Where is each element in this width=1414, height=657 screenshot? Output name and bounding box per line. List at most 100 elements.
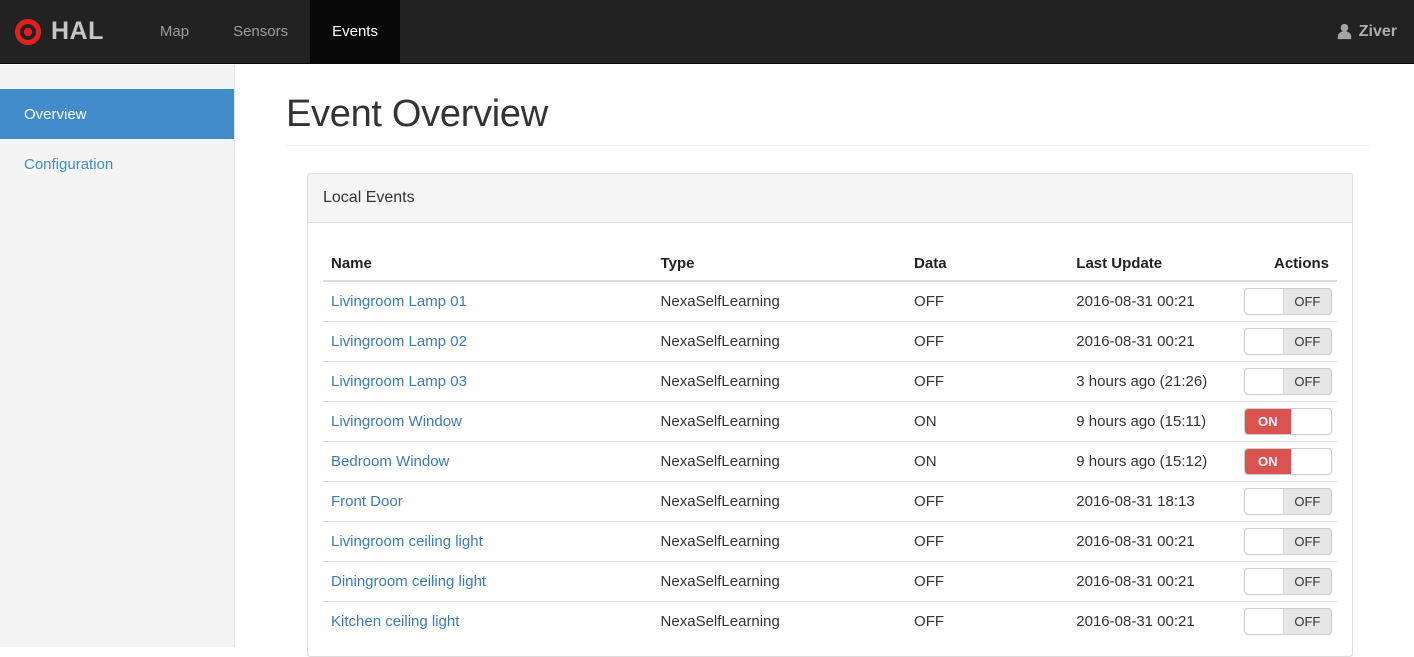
event-name-link[interactable]: Diningroom ceiling light xyxy=(331,573,486,590)
event-toggle-switch[interactable]: ON xyxy=(1243,447,1332,475)
event-actions-cell: OFF xyxy=(1235,480,1337,521)
event-last-update-cell: 2016-08-31 00:21 xyxy=(1068,560,1236,601)
event-data-cell: OFF xyxy=(906,480,1069,521)
event-name-cell: Diningroom ceiling light xyxy=(323,560,653,601)
event-last-update-cell: 9 hours ago (15:11) xyxy=(1068,400,1236,441)
toggle-handle xyxy=(1291,448,1331,474)
user-name: Ziver xyxy=(1358,22,1397,40)
event-data-cell: OFF xyxy=(906,560,1069,601)
event-actions-cell: OFF xyxy=(1235,320,1337,361)
toggle-state-label: OFF xyxy=(1284,328,1331,354)
table-row: Diningroom ceiling light NexaSelfLearning… xyxy=(323,560,1337,601)
sidebar-item-overview[interactable]: Overview xyxy=(0,89,234,139)
event-actions-cell: OFF xyxy=(1235,520,1337,561)
toggle-handle xyxy=(1244,568,1285,594)
toggle-handle xyxy=(1244,528,1285,554)
event-actions-cell: OFF xyxy=(1235,280,1337,321)
event-name-link[interactable]: Livingroom ceiling light xyxy=(331,533,483,550)
event-actions-cell: OFF xyxy=(1235,600,1337,641)
event-name-cell: Livingroom Lamp 01 xyxy=(323,280,653,321)
event-type-cell: NexaSelfLearning xyxy=(652,320,907,361)
event-type-cell: NexaSelfLearning xyxy=(652,360,907,401)
event-toggle-switch[interactable]: OFF xyxy=(1243,327,1332,355)
event-last-update-cell: 2016-08-31 18:13 xyxy=(1068,480,1236,521)
nav-item-sensors[interactable]: Sensors xyxy=(211,0,310,63)
column-header-data: Data xyxy=(906,238,1069,282)
column-header-last-update: Last Update xyxy=(1068,238,1236,282)
top-navbar: HAL Map Sensors Events Ziver xyxy=(0,0,1414,64)
column-header-name: Name xyxy=(323,238,653,282)
event-name-link[interactable]: Bedroom Window xyxy=(331,453,449,470)
brand[interactable]: HAL xyxy=(0,0,120,63)
table-row: Bedroom Window NexaSelfLearning ON 9 hours … xyxy=(323,440,1337,481)
event-type-cell: NexaSelfLearning xyxy=(652,520,907,561)
event-data-cell: OFF xyxy=(906,520,1069,561)
table-header-row: Name Type Data Last Update Actions xyxy=(323,238,1337,282)
event-toggle-switch[interactable]: OFF xyxy=(1243,287,1332,315)
event-type-cell: NexaSelfLearning xyxy=(652,480,907,521)
user-icon xyxy=(1336,23,1353,40)
event-toggle-switch[interactable]: OFF xyxy=(1243,607,1332,635)
event-toggle-switch[interactable]: ON xyxy=(1243,407,1332,435)
toggle-state-label: OFF xyxy=(1284,488,1331,514)
table-row: Livingroom ceiling light NexaSelfLearning… xyxy=(323,520,1337,561)
event-toggle-switch[interactable]: OFF xyxy=(1243,367,1332,395)
toggle-handle xyxy=(1244,328,1285,354)
column-header-type: Type xyxy=(652,238,907,282)
event-data-cell: OFF xyxy=(906,280,1069,321)
column-header-actions: Actions xyxy=(1235,238,1337,282)
event-name-link[interactable]: Livingroom Lamp 02 xyxy=(331,333,467,350)
event-type-cell: NexaSelfLearning xyxy=(652,560,907,601)
event-last-update-cell: 2016-08-31 00:21 xyxy=(1068,280,1236,321)
event-toggle-switch[interactable]: OFF xyxy=(1243,527,1332,555)
table-row: Livingroom Lamp 01 NexaSelfLearning OFF 201… xyxy=(323,280,1337,321)
event-name-cell: Kitchen ceiling light xyxy=(323,600,653,641)
panel-body: Name Type Data Last Update Actions Livin… xyxy=(308,223,1352,656)
event-toggle-switch[interactable]: OFF xyxy=(1243,487,1332,515)
table-row: Front Door NexaSelfLearning OFF 2016-08-31 … xyxy=(323,480,1337,521)
nav-item-map[interactable]: Map xyxy=(138,0,211,63)
event-name-link[interactable]: Livingroom Lamp 03 xyxy=(331,373,467,390)
toggle-state-label: ON xyxy=(1244,408,1292,434)
event-name-cell: Front Door xyxy=(323,480,653,521)
event-type-cell: NexaSelfLearning xyxy=(652,280,907,321)
event-actions-cell: OFF xyxy=(1235,360,1337,401)
event-last-update-cell: 9 hours ago (15:12) xyxy=(1068,440,1236,481)
event-data-cell: OFF xyxy=(906,600,1069,641)
toggle-state-label: OFF xyxy=(1284,608,1331,634)
toggle-state-label: OFF xyxy=(1284,528,1331,554)
toggle-state-label: OFF xyxy=(1284,288,1331,314)
events-table: Name Type Data Last Update Actions Livin… xyxy=(323,238,1337,641)
local-events-panel: Local Events Name Type Data Last Update … xyxy=(307,173,1353,657)
event-name-link[interactable]: Livingroom Window xyxy=(331,413,462,430)
event-name-link[interactable]: Livingroom Lamp 01 xyxy=(331,293,467,310)
event-name-cell: Bedroom Window xyxy=(323,440,653,481)
toggle-state-label: ON xyxy=(1244,448,1292,474)
user-menu[interactable]: Ziver xyxy=(1319,0,1414,63)
event-type-cell: NexaSelfLearning xyxy=(652,440,907,481)
main-content: Event Overview Local Events Name Type Da… xyxy=(235,93,1414,657)
toggle-state-label: OFF xyxy=(1284,368,1331,394)
event-toggle-switch[interactable]: OFF xyxy=(1243,567,1332,595)
event-type-cell: NexaSelfLearning xyxy=(652,600,907,641)
event-last-update-cell: 3 hours ago (21:26) xyxy=(1068,360,1236,401)
event-actions-cell: ON xyxy=(1235,440,1337,481)
event-last-update-cell: 2016-08-31 00:21 xyxy=(1068,600,1236,641)
nav-item-events[interactable]: Events xyxy=(310,0,400,63)
table-row: Livingroom Window NexaSelfLearning ON 9 hou… xyxy=(323,400,1337,441)
event-actions-cell: OFF xyxy=(1235,560,1337,601)
main-nav: Map Sensors Events xyxy=(138,0,400,63)
event-last-update-cell: 2016-08-31 00:21 xyxy=(1068,320,1236,361)
event-name-link[interactable]: Front Door xyxy=(331,493,403,510)
page-title: Event Overview xyxy=(286,93,1369,146)
table-row: Livingroom Lamp 02 NexaSelfLearning OFF 201… xyxy=(323,320,1337,361)
panel-heading: Local Events xyxy=(308,174,1352,223)
toggle-state-label: OFF xyxy=(1284,568,1331,594)
event-name-cell: Livingroom ceiling light xyxy=(323,520,653,561)
toggle-handle xyxy=(1244,288,1285,314)
event-name-cell: Livingroom Window xyxy=(323,400,653,441)
event-last-update-cell: 2016-08-31 00:21 xyxy=(1068,520,1236,561)
toggle-handle xyxy=(1244,608,1285,634)
event-name-link[interactable]: Kitchen ceiling light xyxy=(331,613,459,630)
sidebar-item-configuration[interactable]: Configuration xyxy=(0,139,234,189)
